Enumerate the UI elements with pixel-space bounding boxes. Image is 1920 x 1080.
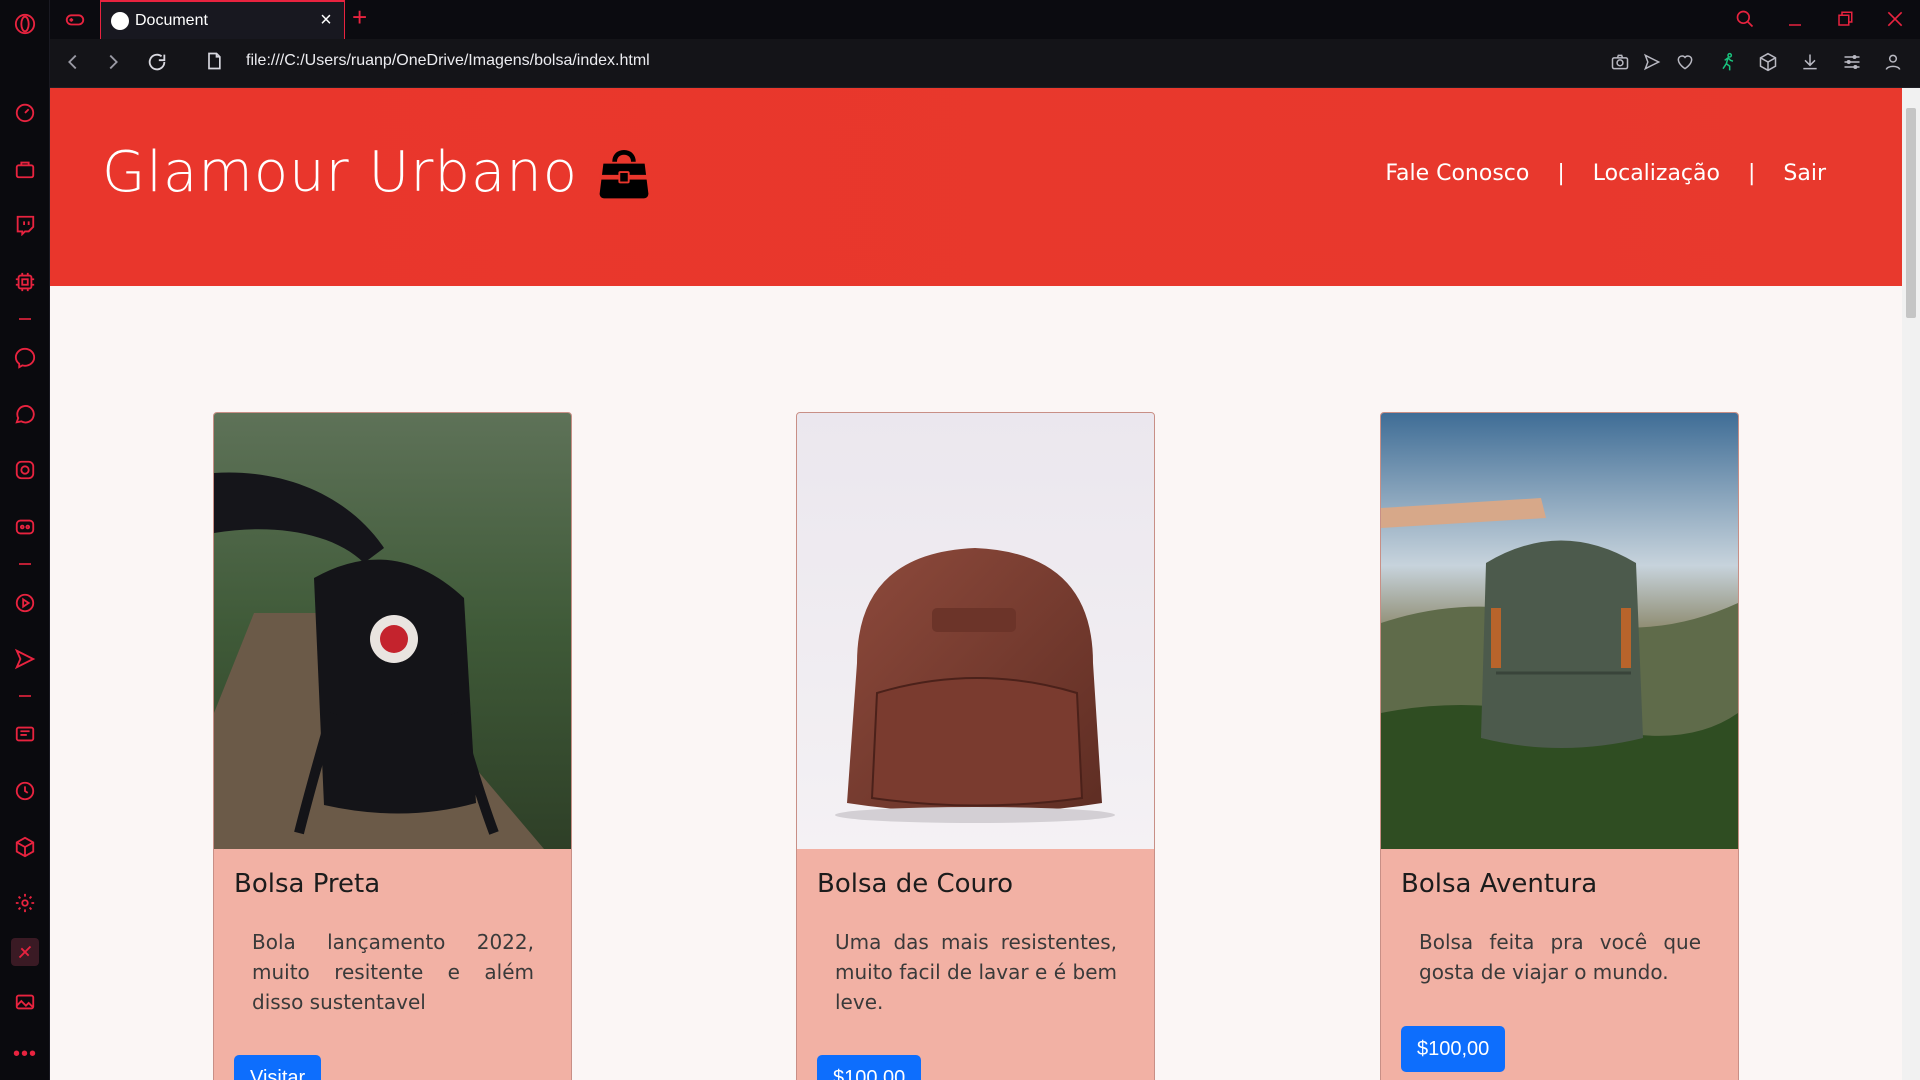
send-page-icon[interactable] [1642,52,1664,74]
site-brand[interactable]: Glamour Urbano [102,140,654,205]
brand-title: Glamour Urbano [102,140,579,205]
restore-button[interactable] [1830,4,1860,34]
speed-dial-icon[interactable] [11,98,39,126]
extensions-icon[interactable] [11,833,39,861]
send-icon[interactable] [11,645,39,673]
product-image-adventure-backpack [1381,413,1738,849]
page-scrollbar[interactable] [1902,88,1920,1080]
product-name: Bolsa Preta [234,869,381,899]
bookmark-heart-icon[interactable] [1675,52,1697,74]
reload-button[interactable] [146,51,172,77]
nav-separator: | [1557,161,1565,186]
site-nav: Fale Conosco | Localização | Sair [1385,161,1826,186]
more-options-icon[interactable]: ••• [11,1040,39,1068]
minimize-button[interactable] [1780,4,1810,34]
scrollbar-thumb[interactable] [1906,108,1916,318]
twitch-icon[interactable] [11,211,39,239]
forward-button[interactable] [102,51,128,77]
extension-runner-icon[interactable] [1718,52,1740,74]
globe-icon [111,11,129,30]
nav-separator: | [1747,161,1756,186]
close-tab-icon[interactable]: × [316,10,336,30]
product-description: Bola lançamento 2022, muito resitente e … [252,930,534,1014]
sidebar-divider [19,318,31,320]
page-viewport: Glamour Urbano Fale Conosco | Localizaçã… [50,88,1902,1080]
new-tab-button[interactable]: + [352,4,367,30]
whatsapp-icon[interactable] [11,400,39,428]
handbag-icon [599,149,649,198]
history-icon[interactable] [11,777,39,805]
product-card: Bolsa de Couro Uma das mais resistentes,… [796,412,1155,1080]
settings-gear-icon[interactable] [11,889,39,917]
gx-cleaner-icon[interactable] [11,938,39,966]
news-icon[interactable] [11,720,39,748]
opera-logo-icon[interactable] [11,10,39,38]
search-icon[interactable] [1730,4,1760,34]
product-card: Bolsa Preta Bola lançamento 2022, muito … [213,412,572,1080]
instagram-icon[interactable] [11,456,39,484]
product-description: Uma das mais resistentes, muito facil de… [835,930,1117,1014]
sidebar-divider [19,563,31,565]
tab-document[interactable]: Document × [100,0,345,39]
shopping-icon[interactable] [11,155,39,183]
nav-link-fale-conosco[interactable]: Fale Conosco [1385,161,1529,186]
product-image-black-backpack [214,413,571,849]
product-card: Bolsa Aventura Bolsa feita pra você que … [1380,412,1739,1080]
messenger-icon[interactable] [11,344,39,372]
address-bar: file:///C:/Users/ruanp/OneDrive/Imagens/… [50,39,1920,88]
easy-setup-icon[interactable] [1842,52,1864,74]
player-icon[interactable] [11,589,39,617]
opera-sidebar: ••• [0,0,50,1080]
product-name: Bolsa de Couro [817,869,1014,899]
visit-button[interactable]: Visitar [234,1055,322,1080]
price-button[interactable]: $100,00 [1401,1026,1506,1072]
browser-window: ••• Document × + file:///C:/Users/ruanp/… [0,0,1920,1080]
page-info-icon[interactable] [204,51,230,77]
download-icon[interactable] [1800,52,1822,74]
profile-icon[interactable] [1883,52,1905,74]
nav-link-localizacao[interactable]: Localização [1593,161,1720,186]
tab-title: Document [135,11,208,29]
price-button[interactable]: $100,00 [817,1055,922,1080]
nav-link-sair[interactable]: Sair [1783,161,1826,186]
tab-bar: Document × + [50,0,1920,39]
sidebar-divider [19,695,31,697]
discord-icon[interactable] [11,513,39,541]
gx-control-icon[interactable] [11,268,39,296]
back-button[interactable] [62,51,88,77]
gamepad-icon[interactable] [64,8,86,30]
close-window-button[interactable] [1880,4,1910,34]
product-image-leather-backpack [797,413,1154,849]
product-description: Bolsa feita pra você que gosta de viajar… [1419,930,1701,984]
url-field[interactable]: file:///C:/Users/ruanp/OneDrive/Imagens/… [246,52,650,70]
product-name: Bolsa Aventura [1401,869,1598,899]
snapshot-icon[interactable] [1610,52,1632,74]
cube-icon[interactable] [1758,52,1780,74]
site-header: Glamour Urbano Fale Conosco | Localizaçã… [50,88,1902,286]
wallpaper-icon[interactable] [11,988,39,1016]
